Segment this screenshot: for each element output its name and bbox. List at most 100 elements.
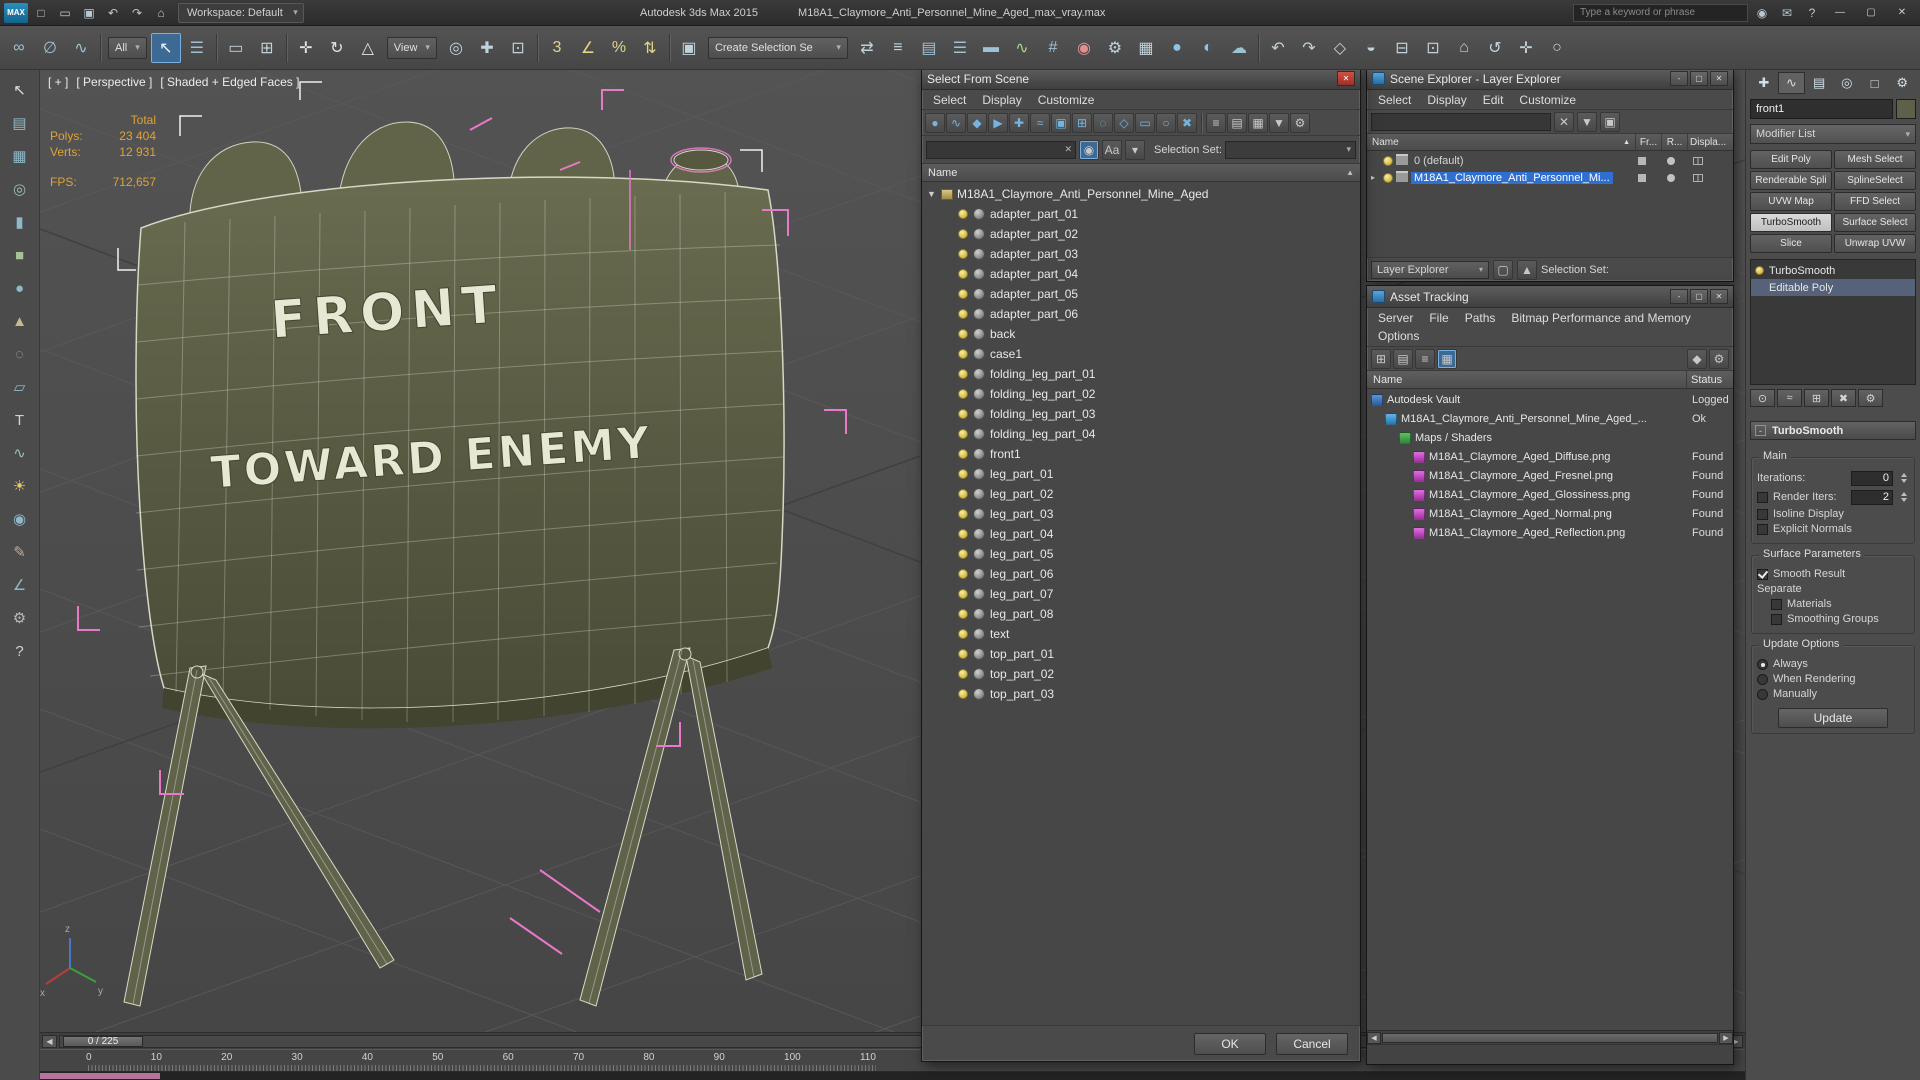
M18A1_Claymore_Anti_Personnel_Mi...[interactable]: ▸ M18A1_Claymore_Anti_Personnel_Mi... xyxy=(1367,169,1733,186)
pick-icon[interactable]: ▲ xyxy=(1517,259,1537,280)
app-logo-icon[interactable]: MAX xyxy=(4,2,28,23)
visibility-bulb-icon[interactable] xyxy=(958,389,968,399)
torus-icon[interactable]: ◌ xyxy=(5,342,35,366)
search-input[interactable] xyxy=(1573,3,1748,22)
display-none-icon[interactable]: ✖ xyxy=(1177,112,1197,133)
settings-icon[interactable]: ⚙ xyxy=(5,606,35,630)
display-icon[interactable] xyxy=(1687,173,1733,182)
TurboSmooth[interactable]: TurboSmooth xyxy=(1751,262,1915,279)
render-iters-spinner[interactable]: 2 xyxy=(1851,489,1893,505)
camera-icon[interactable]: ◉ xyxy=(5,507,35,531)
asset-column-headers[interactable]: Name Status xyxy=(1367,371,1733,389)
list-item[interactable]: adapter_part_03 xyxy=(922,244,1360,264)
pointer-icon[interactable]: ↖ xyxy=(5,78,35,102)
modifier-button[interactable]: Edit Poly xyxy=(1750,150,1832,169)
render-icon[interactable] xyxy=(1658,156,1684,165)
list-item[interactable]: folding_leg_part_03 xyxy=(922,404,1360,424)
list-item[interactable]: back xyxy=(922,324,1360,344)
home-view-icon[interactable]: ⌂ xyxy=(1449,33,1479,63)
scene-object-list[interactable]: ▼ M18A1_Claymore_Anti_Personnel_Mine_Age… xyxy=(922,182,1360,1025)
ok-button[interactable]: OK xyxy=(1194,1032,1266,1055)
undo-icon[interactable]: ↶ xyxy=(102,3,124,23)
menu-item[interactable]: Edit xyxy=(1475,91,1512,109)
rendered-frame-icon[interactable]: ▦ xyxy=(1131,33,1161,63)
keyboard-override-icon[interactable]: ⊡ xyxy=(503,33,533,63)
cancel-button[interactable]: Cancel xyxy=(1276,1032,1348,1055)
tab-display[interactable]: □ xyxy=(1861,72,1889,94)
select-and-scale-icon[interactable]: △ xyxy=(353,33,383,63)
open-file-icon[interactable]: ▭ xyxy=(54,3,76,23)
render-production-icon[interactable]: ● xyxy=(1162,33,1192,63)
zoom-view-icon[interactable]: ○ xyxy=(1542,33,1572,63)
list-item[interactable]: leg_part_03 xyxy=(922,504,1360,524)
display-shapes-icon[interactable]: ∿ xyxy=(946,112,966,133)
visibility-bulb-icon[interactable] xyxy=(958,569,968,579)
helix-icon[interactable]: ∿ xyxy=(5,441,35,465)
named-selection-set-dropdown[interactable]: Create Selection Se ▾ xyxy=(707,36,848,59)
list-item[interactable]: folding_leg_part_02 xyxy=(922,384,1360,404)
frozen-icon[interactable] xyxy=(1629,156,1655,165)
find-icon[interactable]: ◉ xyxy=(1079,139,1099,160)
M18A1_Claymore_Aged_Diffuse.png[interactable]: M18A1_Claymore_Aged_Diffuse.png Found xyxy=(1367,447,1733,466)
unlink-selection-icon[interactable]: ∅ xyxy=(35,33,65,63)
menu-item[interactable]: Select xyxy=(1370,91,1419,109)
select-and-rotate-icon[interactable]: ↻ xyxy=(322,33,352,63)
render-iters-checkbox[interactable] xyxy=(1757,491,1768,503)
detail-view-icon[interactable]: ▤ xyxy=(1227,112,1247,133)
asset-list[interactable]: Autodesk Vault Logged M18A1_Claymore_Ant… xyxy=(1367,389,1733,1030)
percent-snap-icon[interactable]: % xyxy=(604,33,634,63)
filter-icon[interactable]: ▼ xyxy=(1577,111,1597,132)
communication-center-icon[interactable]: ✉ xyxy=(1776,3,1798,23)
column-headers[interactable]: Name ▲ Fr... R... Displa... xyxy=(1367,134,1733,151)
visibility-bulb-icon[interactable] xyxy=(958,589,968,599)
curve-editor-icon[interactable]: ∿ xyxy=(1007,33,1037,63)
minimize-icon[interactable]: - xyxy=(1670,71,1688,86)
visibility-bulb-icon[interactable] xyxy=(958,549,968,559)
layer-list[interactable]: 0 (default) ▸ M18A1_Claymore_Anti_Person… xyxy=(1367,151,1733,257)
viewport-menu-shading[interactable]: [ Shaded + Edged Faces ] xyxy=(160,75,299,89)
display-mode-icon[interactable]: ◒ xyxy=(1356,33,1386,63)
modifier-button[interactable]: Unwrap UVW xyxy=(1834,234,1916,253)
use-pivot-center-icon[interactable]: ◎ xyxy=(441,33,471,63)
menu-item[interactable]: Customize xyxy=(1030,91,1103,109)
menu-item[interactable]: Select xyxy=(925,91,974,109)
layer-manager-icon[interactable]: ▤ xyxy=(914,33,944,63)
scene-search-input[interactable]: ✕ xyxy=(926,140,1076,159)
options-icon[interactable]: ⚙ xyxy=(1709,348,1729,369)
list-item[interactable]: folding_leg_part_04 xyxy=(922,424,1360,444)
display-helpers-icon[interactable]: ✚ xyxy=(1009,112,1029,133)
display-geometry-icon[interactable]: ● xyxy=(925,112,945,133)
rectangular-selection-icon[interactable]: ▭ xyxy=(221,33,251,63)
Maps / Shaders[interactable]: Maps / Shaders xyxy=(1367,428,1733,447)
select-from-scene-titlebar[interactable]: Select From Scene ✕ xyxy=(922,68,1360,90)
scene-explorer-titlebar[interactable]: Scene Explorer - Layer Explorer - ▢ ✕ xyxy=(1367,68,1733,90)
modifier-stack[interactable]: TurboSmooth Editable Poly xyxy=(1750,259,1916,385)
list-item[interactable]: leg_part_01 xyxy=(922,464,1360,484)
display-containers-icon[interactable]: ◇ xyxy=(1114,112,1134,133)
menu-item[interactable]: Bitmap Performance and Memory xyxy=(1503,309,1698,327)
make-unique-icon[interactable]: ⊞ xyxy=(1804,389,1829,407)
visibility-bulb-icon[interactable] xyxy=(958,669,968,679)
smooth-result-checkbox[interactable] xyxy=(1757,568,1768,580)
manually-radio[interactable] xyxy=(1757,688,1768,700)
materials-checkbox[interactable] xyxy=(1771,598,1782,610)
select-by-name-icon[interactable]: ☰ xyxy=(182,33,212,63)
display-xrefs-icon[interactable]: ⊞ xyxy=(1072,112,1092,133)
remove-modifier-icon[interactable]: ✖ xyxy=(1831,389,1856,407)
visibility-bulb-icon[interactable] xyxy=(958,629,968,639)
lock-explorer-icon[interactable]: ▣ xyxy=(1600,111,1620,132)
list-item[interactable]: case1 xyxy=(922,344,1360,364)
case-sensitive-icon[interactable]: Aa xyxy=(1102,139,1122,160)
maximize-button[interactable]: ▢ xyxy=(1857,3,1885,23)
close-icon[interactable]: ✕ xyxy=(1337,71,1355,86)
help-icon[interactable]: ? xyxy=(1801,3,1823,23)
reference-coordinate-dropdown[interactable]: View ▾ xyxy=(386,36,437,59)
visibility-bulb-icon[interactable] xyxy=(958,289,968,299)
visibility-bulb-icon[interactable] xyxy=(958,429,968,439)
minimize-button[interactable]: — xyxy=(1826,3,1854,23)
isoline-display-checkbox[interactable] xyxy=(1757,508,1768,520)
visibility-bulb-icon[interactable] xyxy=(1383,172,1393,183)
M18A1_Claymore_Aged_Normal.png[interactable]: M18A1_Claymore_Aged_Normal.png Found xyxy=(1367,504,1733,523)
list-view-icon[interactable]: ▤ xyxy=(1393,348,1413,369)
redo-icon[interactable]: ↷ xyxy=(126,3,148,23)
